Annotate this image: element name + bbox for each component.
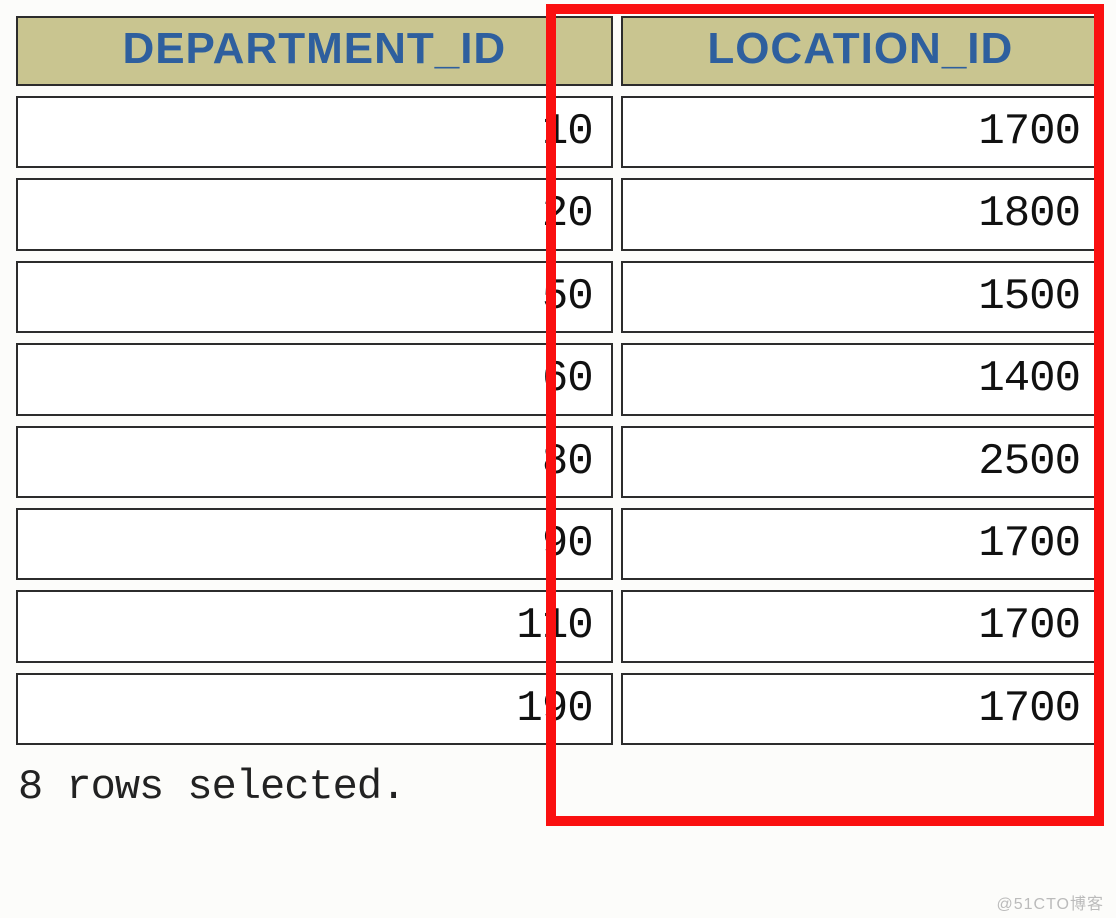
table-row: 110 1700: [16, 590, 1100, 662]
table-row: 20 1800: [16, 178, 1100, 250]
table-row: 190 1700: [16, 673, 1100, 745]
table-row: 60 1400: [16, 343, 1100, 415]
cell-department-id: 90: [16, 508, 613, 580]
cell-department-id: 20: [16, 178, 613, 250]
watermark-text: @51CTO博客: [996, 890, 1104, 914]
cell-department-id: 50: [16, 261, 613, 333]
cell-department-id: 60: [16, 343, 613, 415]
cell-department-id: 80: [16, 426, 613, 498]
cell-location-id: 1700: [621, 508, 1100, 580]
table-row: 10 1700: [16, 96, 1100, 168]
column-header-location-id: LOCATION_ID: [621, 16, 1100, 86]
cell-location-id: 1500: [621, 261, 1100, 333]
query-result-table: DEPARTMENT_ID LOCATION_ID 10 1700 20 180…: [8, 6, 1108, 755]
cell-department-id: 190: [16, 673, 613, 745]
status-rows-selected: 8 rows selected.: [8, 755, 1108, 811]
cell-location-id: 1700: [621, 673, 1100, 745]
cell-department-id: 10: [16, 96, 613, 168]
cell-location-id: 1400: [621, 343, 1100, 415]
cell-department-id: 110: [16, 590, 613, 662]
column-header-department-id: DEPARTMENT_ID: [16, 16, 613, 86]
table-row: 50 1500: [16, 261, 1100, 333]
cell-location-id: 1700: [621, 590, 1100, 662]
table-row: 90 1700: [16, 508, 1100, 580]
cell-location-id: 2500: [621, 426, 1100, 498]
table-row: 80 2500: [16, 426, 1100, 498]
cell-location-id: 1700: [621, 96, 1100, 168]
cell-location-id: 1800: [621, 178, 1100, 250]
